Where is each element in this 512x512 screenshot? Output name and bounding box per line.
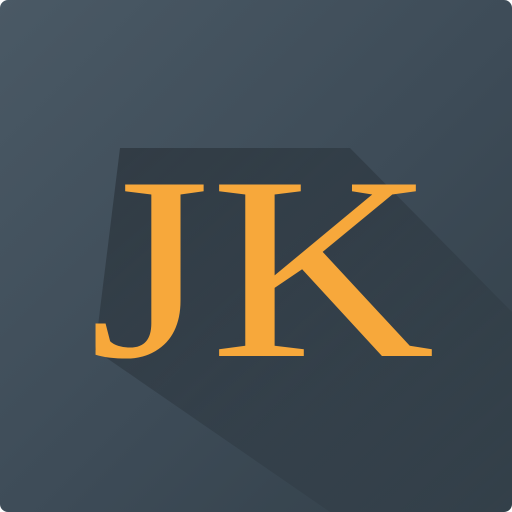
monogram-text: JK bbox=[89, 123, 435, 413]
jk-icon-graphic: JK bbox=[0, 0, 512, 512]
jk-app-icon: JK bbox=[0, 0, 512, 512]
